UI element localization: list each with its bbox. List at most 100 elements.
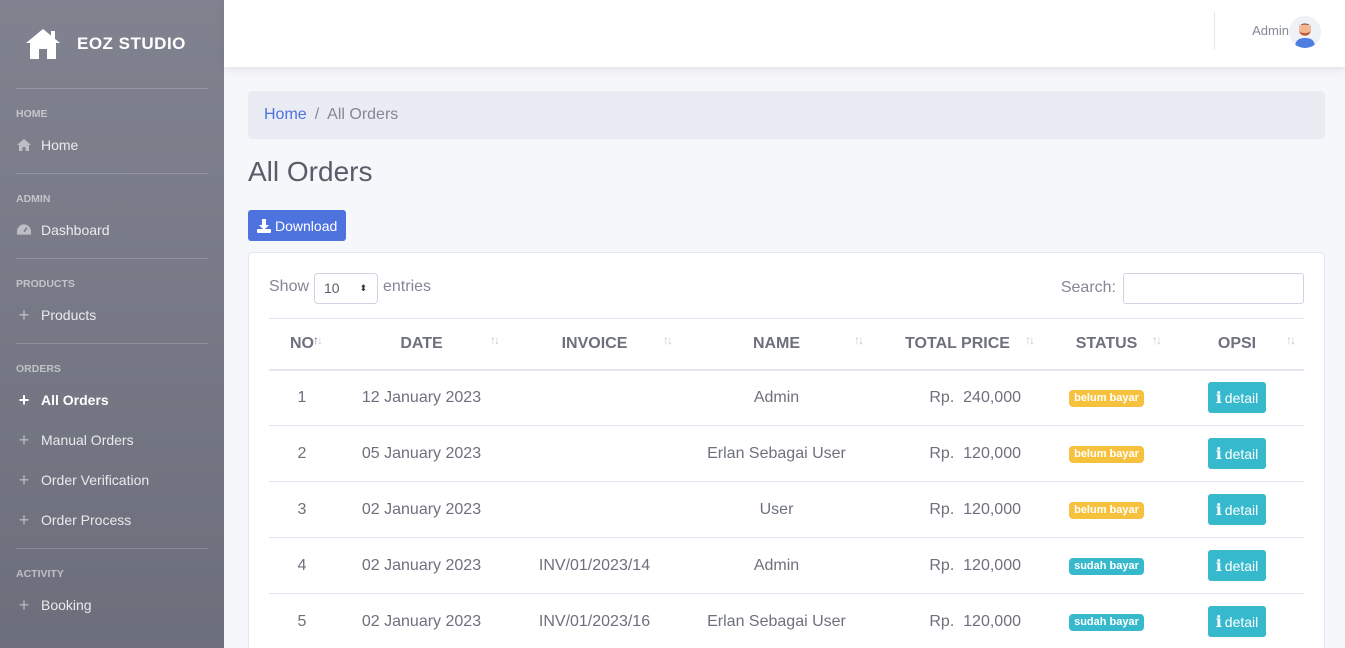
cell-date: 12 January 2023 xyxy=(335,369,508,426)
plus-icon: + xyxy=(18,595,30,615)
cell-total-price: Rp. 120,000 xyxy=(872,537,1043,594)
download-icon xyxy=(257,218,271,233)
sidebar-heading-home: HOME xyxy=(16,108,48,120)
cell-name: User xyxy=(681,481,872,538)
detail-button[interactable]: i detail xyxy=(1207,438,1267,469)
table-row: 5 02 January 2023 INV/01/2023/16 Erlan S… xyxy=(269,593,1304,648)
plus-icon: + xyxy=(18,430,30,450)
cell-total-price: Rp. 120,000 xyxy=(872,593,1043,648)
show-label: Show xyxy=(269,278,310,295)
cell-status: sudah bayar xyxy=(1043,593,1170,648)
orders-card: Show 10 ⬍ entries Search: NO ↑↓ DATE ↑↓ IN… xyxy=(248,252,1325,648)
table-row: 1 12 January 2023 Admin Rp. 240,000 belu… xyxy=(269,369,1304,426)
status-badge: sudah bayar xyxy=(1069,614,1144,631)
status-badge: belum bayar xyxy=(1069,502,1144,519)
entries-value: 10 xyxy=(324,280,340,296)
search-label: Search: xyxy=(1060,279,1116,296)
sort-icon: ↑↓ xyxy=(854,333,864,347)
detail-button[interactable]: i detail xyxy=(1207,494,1267,525)
plus-icon: + xyxy=(18,390,30,410)
column-header-status[interactable]: STATUS ↑↓ xyxy=(1043,318,1170,371)
topbar: Admin xyxy=(224,0,1345,67)
search-input[interactable] xyxy=(1123,273,1304,304)
column-header-invoice[interactable]: INVOICE ↑↓ xyxy=(508,318,681,371)
sidebar-item-label: Dashboard xyxy=(41,222,110,238)
cell-date: 02 January 2023 xyxy=(335,481,508,538)
cell-invoice xyxy=(508,481,681,538)
home-icon xyxy=(17,138,31,152)
cell-total-price: Rp. 240,000 xyxy=(872,369,1043,426)
cell-status: belum bayar xyxy=(1043,425,1170,482)
sidebar-item-order-verification[interactable]: + Order Verification xyxy=(0,460,224,500)
cell-no: 5 xyxy=(269,593,335,648)
download-label: Download xyxy=(275,217,338,234)
column-header-total-price[interactable]: TOTAL PRICE ↑↓ xyxy=(872,318,1043,371)
sort-asc-icon: ↑↓ xyxy=(313,333,323,347)
cell-no: 1 xyxy=(269,369,335,426)
sidebar-item-dashboard[interactable]: Dashboard xyxy=(0,210,224,250)
cell-no: 3 xyxy=(269,481,335,538)
select-arrows-icon: ⬍ xyxy=(359,283,367,293)
cell-no: 4 xyxy=(269,537,335,594)
sidebar-heading-admin: ADMIN xyxy=(16,193,51,205)
cell-date: 05 January 2023 xyxy=(335,425,508,482)
user-name[interactable]: Admin xyxy=(1252,23,1289,38)
info-icon: i xyxy=(1215,556,1222,575)
cell-status: belum bayar xyxy=(1043,481,1170,538)
sidebar-item-products[interactable]: + Products xyxy=(0,295,224,335)
entries-select[interactable]: 10 ⬍ xyxy=(314,273,378,304)
cell-name: Erlan Sebagai User xyxy=(681,425,872,482)
column-header-name[interactable]: NAME ↑↓ xyxy=(681,318,872,371)
info-icon: i xyxy=(1215,444,1222,463)
sidebar-item-label: Home xyxy=(41,137,79,153)
sidebar-heading-activity: ACTIVITY xyxy=(16,568,64,580)
sidebar-item-order-process[interactable]: + Order Process xyxy=(0,500,224,540)
avatar-icon[interactable] xyxy=(1289,16,1321,48)
sidebar-item-all-orders[interactable]: + All Orders xyxy=(0,380,224,420)
sidebar-item-label: Order Process xyxy=(41,512,132,528)
cell-invoice xyxy=(508,425,681,482)
column-header-date[interactable]: DATE ↑↓ xyxy=(335,318,508,371)
main-content: Home / All Orders All Orders Download Sh… xyxy=(248,91,1325,648)
cell-opsi: i detail xyxy=(1170,481,1304,538)
detail-button[interactable]: i detail xyxy=(1207,382,1267,414)
cell-name: Admin xyxy=(681,537,872,594)
brand[interactable]: EOZ STUDIO xyxy=(0,0,224,88)
cell-no: 2 xyxy=(269,425,335,482)
topbar-divider xyxy=(1214,12,1215,50)
column-header-no[interactable]: NO ↑↓ xyxy=(269,318,335,371)
sidebar-item-manual-orders[interactable]: + Manual Orders xyxy=(0,420,224,460)
status-badge: belum bayar xyxy=(1069,446,1144,463)
table-row: 2 05 January 2023 Erlan Sebagai User Rp.… xyxy=(269,425,1304,482)
cell-opsi: i detail xyxy=(1170,369,1304,426)
breadcrumb-current: All Orders xyxy=(327,106,399,123)
sidebar-item-booking[interactable]: + Booking xyxy=(0,585,224,625)
table-controls: Show 10 ⬍ entries Search: xyxy=(269,273,1304,304)
table-row: 4 02 January 2023 INV/01/2023/14 Admin R… xyxy=(269,537,1304,594)
sort-icon: ↑↓ xyxy=(1025,333,1035,347)
cell-opsi: i detail xyxy=(1170,425,1304,482)
table-row: 3 02 January 2023 User Rp. 120,000 belum… xyxy=(269,481,1304,538)
table-header-row: NO ↑↓ DATE ↑↓ INVOICE ↑↓ NAME ↑↓ TOTAL PRICE… xyxy=(269,318,1304,371)
sidebar-item-label: Products xyxy=(41,307,97,323)
download-button[interactable]: Download xyxy=(248,210,347,241)
sidebar: EOZ STUDIO HOME Home ADMIN Dashboard PRO… xyxy=(0,0,224,648)
page-title: All Orders xyxy=(248,156,373,187)
status-badge: sudah bayar xyxy=(1069,558,1144,575)
cell-status: belum bayar xyxy=(1043,369,1170,426)
cell-invoice xyxy=(508,369,681,426)
breadcrumb-home-link[interactable]: Home xyxy=(264,106,307,124)
sidebar-item-home[interactable]: Home xyxy=(0,125,224,165)
detail-button[interactable]: i detail xyxy=(1207,606,1267,637)
sort-icon: ↑↓ xyxy=(1152,333,1162,347)
status-badge: belum bayar xyxy=(1069,390,1144,408)
detail-button[interactable]: i detail xyxy=(1207,550,1267,581)
plus-icon: + xyxy=(18,510,30,530)
sidebar-heading-orders: ORDERS xyxy=(16,363,61,375)
sort-icon: ↑↓ xyxy=(1286,333,1296,347)
cell-total-price: Rp. 120,000 xyxy=(872,481,1043,538)
cell-invoice: INV/01/2023/16 xyxy=(508,593,681,648)
sort-icon: ↑↓ xyxy=(663,333,673,347)
column-header-opsi[interactable]: OPSI ↑↓ xyxy=(1170,318,1304,371)
sidebar-item-label: Order Verification xyxy=(41,472,150,488)
